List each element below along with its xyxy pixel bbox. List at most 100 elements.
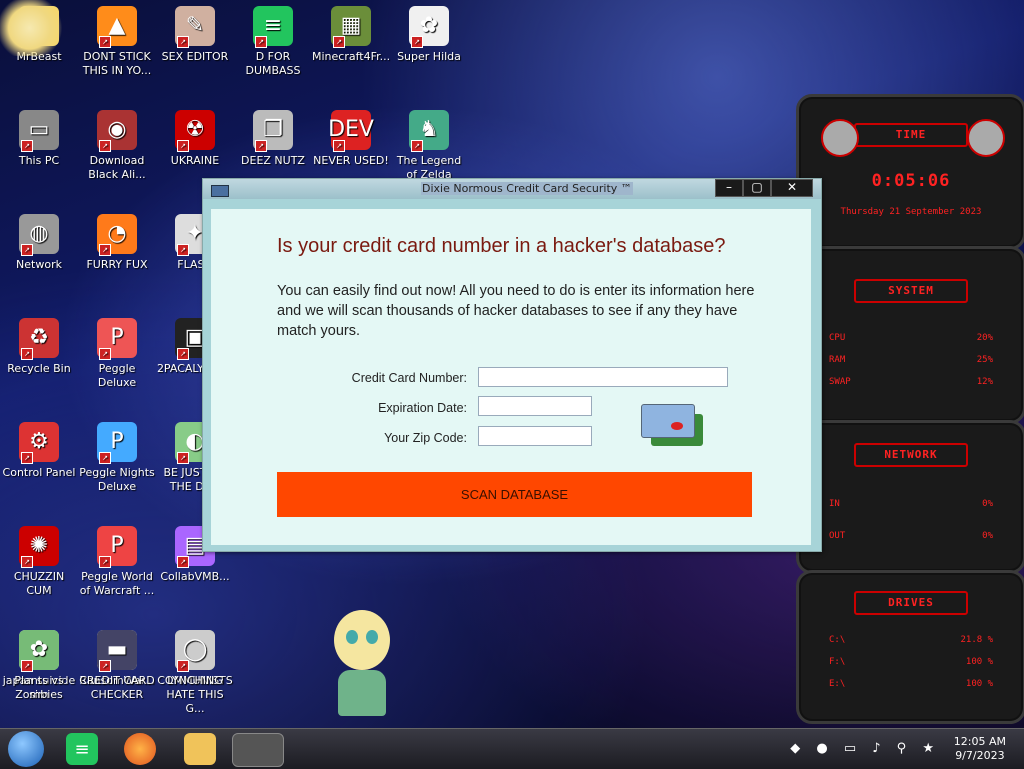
time-widget: TIME 0:05:06 Thursday 21 September 2023 [796, 94, 1024, 250]
alien-icon-right [967, 119, 1005, 157]
desktop-icon-image: ▭ ↗ [19, 110, 59, 152]
shortcut-arrow-icon: ↗ [255, 140, 267, 152]
d-app-icon[interactable]: ≡ [66, 733, 98, 765]
desktop-icon-image: ♞ ↗ [409, 110, 449, 152]
shortcut-arrow-icon: ↗ [21, 660, 33, 672]
desktop-icon-label: D FOR DUMBASS [245, 50, 301, 77]
shortcut-arrow-icon: ↗ [177, 660, 189, 672]
desktop-icon-label: SEX EDITOR [161, 50, 229, 63]
desktop-icon-image: ✿ ↗ [19, 630, 59, 672]
zip-code-input[interactable] [478, 426, 592, 446]
net-in-row: IN 0% [829, 499, 993, 509]
shortcut-arrow-icon: ↗ [177, 140, 189, 152]
shortcut-arrow-icon: ↗ [21, 140, 33, 152]
desktop-icon-label: NEVER USED! [313, 154, 389, 167]
desktop-icon[interactable]: ✿ ↗ Super Hilda [390, 6, 468, 64]
time-value: 0:05:06 [871, 171, 951, 191]
shortcut-arrow-icon: ↗ [99, 140, 111, 152]
shortcut-arrow-icon: ↗ [21, 348, 33, 360]
desktop-icon[interactable]: ▬ ↗ CREDIT CARD CHECKER [78, 630, 156, 702]
mrbeast-avatar [0, 0, 74, 56]
credit-card-security-window: Dixie Normous Credit Card Security ™ – ▢… [202, 178, 822, 552]
desktop-icon[interactable]: ♞ ↗ The Legend of Zelda [390, 110, 468, 182]
desktop-icon[interactable]: ◍ ↗ Network [0, 214, 78, 272]
desktop-icon-label: DEEZ NUTZ [241, 154, 305, 167]
shortcut-arrow-icon: ↗ [99, 244, 111, 256]
file-explorer-icon[interactable] [184, 733, 216, 765]
desktop-icon[interactable]: ✿ ↗ Plants vs Zombies [0, 630, 78, 702]
desktop-icon[interactable]: ❐ ↗ DEEZ NUTZ [234, 110, 312, 168]
desktop-icon-label: Recycle Bin [7, 362, 71, 375]
desktop-icon-image: ☢ ↗ [175, 110, 215, 152]
time-title: TIME [854, 123, 968, 147]
desktop-icon[interactable]: ≡ ↗ D FOR DUMBASS [234, 6, 312, 78]
desktop-icon[interactable]: ▭ ↗ This PC [0, 110, 78, 168]
expiration-date-label: Expiration Date: [378, 401, 467, 415]
swap-row: SWAP 12% [829, 377, 993, 387]
desktop-icon[interactable]: ✎ ↗ SEX EDITOR [156, 6, 234, 64]
desktop-icon-label: CollabVMB... [160, 570, 230, 583]
clock-time: 12:05 AM [953, 735, 1006, 748]
window-title: Dixie Normous Credit Card Security ™ [421, 182, 633, 195]
desktop-icon[interactable]: ☢ ↗ UKRAINE [156, 110, 234, 168]
desktop-icon-label: Network [16, 258, 62, 271]
shortcut-arrow-icon: ↗ [21, 556, 33, 568]
desktop-icon[interactable]: ◯ ↗ LYNCHING [156, 630, 234, 688]
desktop-icon[interactable]: DEV ↗ NEVER USED! [312, 110, 390, 168]
desktop-icon[interactable]: ▲ ↗ DONT STICK THIS IN YO... [78, 6, 156, 78]
maximize-button[interactable]: ▢ [743, 179, 771, 197]
desktop-icon-image: ❐ ↗ [253, 110, 293, 152]
credit-card-app-taskbar-icon[interactable] [232, 733, 284, 767]
alien-icon-left [821, 119, 859, 157]
desktop-icon-image: P ↗ [97, 318, 137, 360]
window-titlebar[interactable]: Dixie Normous Credit Card Security ™ – ▢… [203, 179, 821, 199]
minimize-button[interactable]: – [715, 179, 743, 197]
desktop-icon[interactable]: ⚙ ↗ Control Panel [0, 422, 78, 480]
desktop-icon[interactable]: ◔ ↗ FURRY FUX [78, 214, 156, 272]
desktop-icon[interactable]: P ↗ Peggle Nights Deluxe [78, 422, 156, 494]
date-value: Thursday 21 September 2023 [840, 207, 982, 217]
desktop-icon[interactable]: P ↗ Peggle World of Warcraft ... [78, 526, 156, 598]
shortcut-arrow-icon: ↗ [411, 140, 423, 152]
network-widget: NETWORK IN 0% OUT 0% [796, 420, 1024, 574]
desktop-icon-label: DONT STICK THIS IN YO... [82, 50, 152, 77]
card-number-input[interactable] [478, 367, 728, 387]
desktop-icon[interactable]: P ↗ Peggle Deluxe [78, 318, 156, 390]
scan-database-button[interactable]: SCAN DATABASE [277, 472, 752, 517]
shortcut-arrow-icon: ↗ [333, 36, 345, 48]
shortcut-arrow-icon: ↗ [177, 36, 189, 48]
desktop-icon[interactable]: ▦ ↗ Minecraft4Fr... [312, 6, 390, 64]
desktop-icon-image: ▬ ↗ [97, 630, 137, 672]
shortcut-arrow-icon: ↗ [177, 348, 189, 360]
desktop-icon-image: ▲ ↗ [97, 6, 137, 48]
shortcut-arrow-icon: ↗ [333, 140, 345, 152]
net-out-row: OUT 0% [829, 531, 993, 541]
desktop-icon[interactable]: ✺ ↗ CHUZZIN CUM [0, 526, 78, 598]
desktop-icon-label: LYNCHING [167, 674, 223, 687]
desktop-icon-image: ◉ ↗ [97, 110, 137, 152]
desktop-icon[interactable]: ♻ ↗ Recycle Bin [0, 318, 78, 376]
desktop-icon[interactable]: ◉ ↗ Download Black Ali... [78, 110, 156, 182]
taskbar-clock[interactable]: 12:05 AM 9/7/2023 [954, 735, 1006, 763]
drives-widget: DRIVES C:\ 21.8 % F:\ 100 % E:\ 100 % [796, 570, 1024, 724]
desktop-icon-image: ≡ ↗ [253, 6, 293, 48]
firefox-icon[interactable] [124, 733, 156, 765]
desktop-icon-label: CHUZZIN CUM [13, 570, 65, 597]
expiration-date-input[interactable] [478, 396, 592, 416]
start-button[interactable] [8, 731, 44, 767]
desktop-icon-label: FURRY FUX [86, 258, 148, 271]
close-button[interactable]: ✕ [771, 179, 813, 197]
page-heading: Is your credit card number in a hacker's… [277, 235, 726, 257]
app-icon [211, 185, 229, 197]
desktop-icon-label: This PC [18, 154, 60, 167]
shortcut-arrow-icon: ↗ [99, 452, 111, 464]
drive-e-row: E:\ 100 % [829, 679, 993, 689]
desktop-icon-image: P ↗ [97, 422, 137, 464]
shortcut-arrow-icon: ↗ [21, 452, 33, 464]
system-widget: SYSTEM CPU 20% RAM 25% SWAP 12% [796, 246, 1024, 424]
desktop-icon-image: DEV ↗ [328, 110, 374, 152]
desktop-icon-label: Download Black Ali... [88, 154, 146, 181]
shortcut-arrow-icon: ↗ [177, 556, 189, 568]
tray-icons[interactable]: ◆ ● ▭ ♪ ⚲ ★ [790, 741, 940, 756]
desktop-icon-image: ◍ ↗ [19, 214, 59, 256]
